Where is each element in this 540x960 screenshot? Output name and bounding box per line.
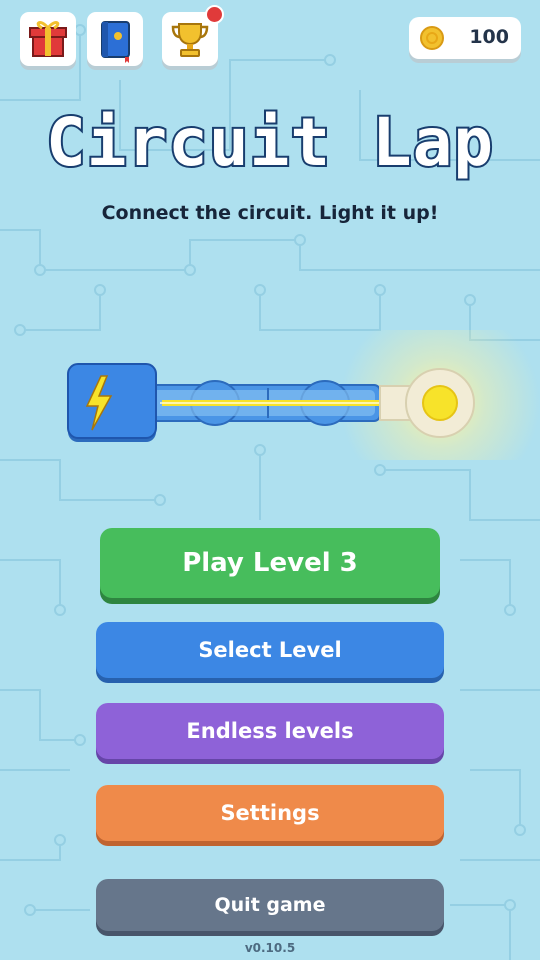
settings-button[interactable]: Settings <box>96 785 444 841</box>
journal-icon <box>101 21 130 63</box>
gift-button[interactable] <box>20 12 76 66</box>
play-level-button[interactable]: Play Level 3 <box>100 528 440 598</box>
gift-icon <box>29 21 67 57</box>
trophy-button[interactable] <box>162 5 224 66</box>
battery-icon <box>67 363 157 442</box>
wire-segments <box>129 380 381 426</box>
game-title: Circuit Lap <box>44 102 495 183</box>
journal-button[interactable] <box>87 12 143 66</box>
notification-badge <box>205 5 224 24</box>
coin-counter: 100 <box>409 17 521 59</box>
quit-game-button[interactable]: Quit game <box>96 879 444 931</box>
circuit-illustration <box>67 330 540 460</box>
game-subtitle: Connect the circuit. Light it up! <box>101 202 439 224</box>
version-label: v0.10.5 <box>244 941 296 955</box>
select-level-button[interactable]: Select Level <box>96 622 444 678</box>
coin-icon <box>420 26 444 50</box>
coin-count: 100 <box>469 26 509 48</box>
endless-levels-button[interactable]: Endless levels <box>96 703 444 759</box>
